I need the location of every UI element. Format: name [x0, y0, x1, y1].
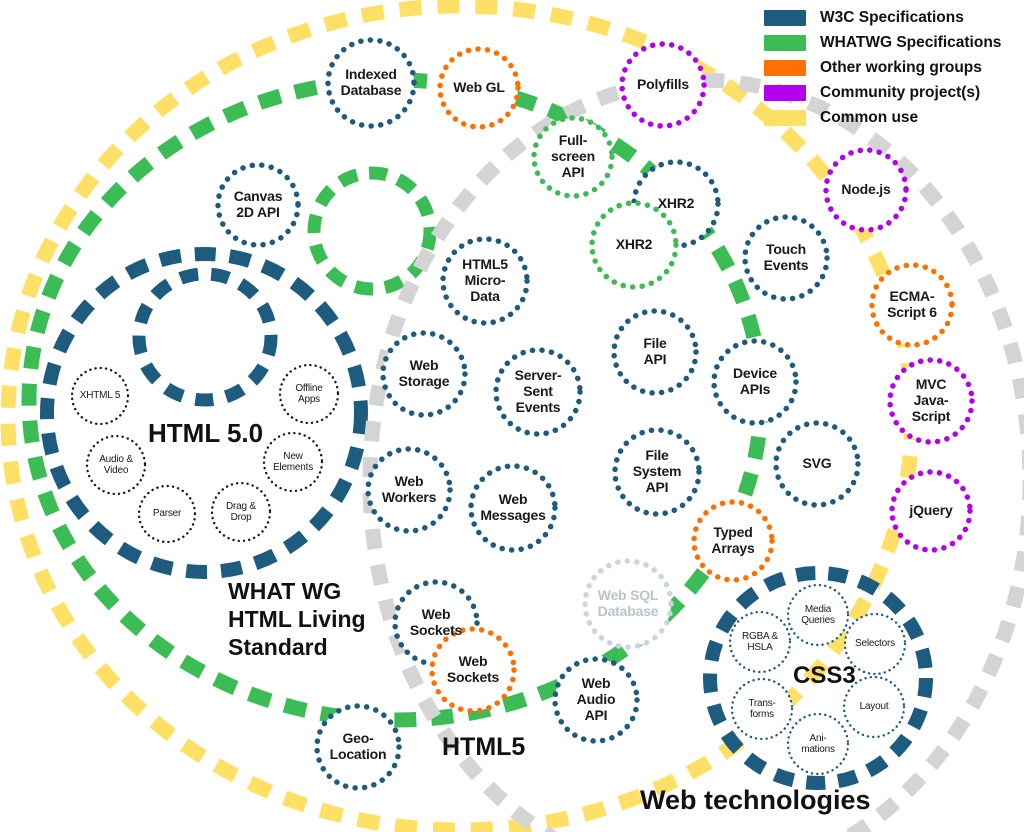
audio-video-circle[interactable]: [85, 434, 147, 496]
html5-micro-data-circle[interactable]: [440, 236, 530, 326]
indexed-database-circle[interactable]: [325, 37, 417, 129]
new-elements-circle[interactable]: [262, 431, 324, 493]
media-queries-circle[interactable]: [786, 583, 850, 647]
geo-location-circle[interactable]: [314, 703, 402, 791]
legend-swatch-icon: [764, 9, 806, 26]
touch-events-circle[interactable]: [742, 214, 830, 302]
legend-label: W3C Specifications: [820, 8, 964, 26]
css3-label: CSS3: [793, 662, 856, 689]
web-gl-circle[interactable]: [437, 46, 521, 130]
offline-apps-circle[interactable]: [278, 363, 340, 425]
web-workers-circle[interactable]: [365, 446, 453, 534]
transforms-circle[interactable]: [730, 677, 794, 741]
canvas-2d-api-circle[interactable]: [215, 162, 301, 248]
whatwg-living-standard-label: WHAT WG: [228, 578, 342, 604]
legend-label: Common use: [820, 108, 919, 126]
legend-item-1[interactable]: WHATWG Specifications: [764, 31, 1001, 54]
xhr2-whatwg-circle[interactable]: [589, 200, 679, 290]
diagram-canvas: Indexed Database Web GL Polyfills Full-scree…: [0, 0, 1024, 832]
web-audio-api-circle[interactable]: [552, 656, 640, 744]
legend-swatch-icon: [764, 59, 806, 76]
web-sql-database-circle[interactable]: [582, 558, 674, 650]
rgba-hsla-circle[interactable]: [728, 610, 792, 674]
svg-circle[interactable]: [773, 420, 861, 508]
animations-circle[interactable]: [786, 712, 850, 776]
drag-drop-circle[interactable]: [210, 481, 272, 543]
html5-label: HTML5: [442, 733, 526, 761]
full-screen-api-circle[interactable]: [531, 115, 615, 199]
node-js-circle[interactable]: [823, 147, 909, 233]
web-messages-circle[interactable]: [468, 463, 558, 553]
web-technologies-title: Web technologies: [640, 785, 871, 815]
file-api-circle[interactable]: [611, 308, 699, 396]
legend-item-3[interactable]: Community project(s): [764, 81, 1001, 104]
legend-swatch-icon: [764, 109, 806, 126]
legend-label: WHATWG Specifications: [820, 33, 1002, 51]
device-apis-circle[interactable]: [711, 338, 799, 426]
legend-item-4[interactable]: Common use: [764, 106, 1001, 129]
web-sockets-other-circle[interactable]: [429, 626, 517, 714]
file-system-api-circle[interactable]: [612, 427, 702, 517]
legend-item-2[interactable]: Other working groups: [764, 56, 1001, 79]
whatwg-living-standard-label2: HTML Living: [228, 606, 366, 632]
legend-swatch-icon: [764, 34, 806, 51]
legend-item-0[interactable]: W3C Specifications: [764, 6, 1001, 29]
typed-arrays-circle[interactable]: [691, 499, 775, 583]
legend-label: Other working groups: [820, 58, 982, 76]
ecma-script-6-circle[interactable]: [869, 262, 955, 348]
xhtml-5-circle[interactable]: [70, 366, 130, 426]
polyfills-circle[interactable]: [619, 41, 707, 129]
html5-0-label: HTML 5.0: [148, 418, 264, 448]
parser-circle[interactable]: [137, 484, 197, 544]
web-developer-edition-green-circle: [307, 166, 437, 296]
whatwg-living-standard-label3: Standard: [228, 634, 328, 660]
web-storage-circle[interactable]: [380, 330, 468, 418]
web-developer-edition-blue-circle: [132, 267, 278, 407]
mvc-javascript-circle[interactable]: [887, 357, 975, 445]
legend-swatch-icon: [764, 84, 806, 101]
server-sent-events-circle[interactable]: [493, 347, 583, 437]
legend: W3C Specifications WHATWG Specifications O…: [764, 6, 1001, 131]
jquery-circle[interactable]: [889, 469, 973, 553]
legend-label: Community project(s): [820, 83, 981, 101]
